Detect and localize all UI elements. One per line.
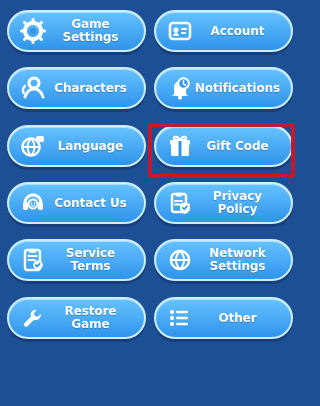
gift-code-button[interactable]: Gift Code xyxy=(154,125,293,167)
headset-icon xyxy=(19,189,47,217)
game-settings-label: Game Settings xyxy=(62,17,119,44)
contact-us-button[interactable]: Contact Us xyxy=(7,182,146,224)
account-button[interactable]: Account xyxy=(154,10,293,52)
list-icon xyxy=(166,304,194,332)
notifications-label: Notifications xyxy=(194,80,281,95)
restore-game-label: Restore Game xyxy=(64,304,117,331)
globe-icon xyxy=(166,246,194,274)
service-terms-label: Service Terms xyxy=(65,246,116,273)
globe-chat-icon xyxy=(19,132,47,160)
notifications-button[interactable]: Notifications xyxy=(154,67,293,109)
characters-button[interactable]: Characters xyxy=(7,67,146,109)
network-settings-button[interactable]: Network Settings xyxy=(154,239,293,281)
shield-clipboard-icon xyxy=(166,189,194,217)
user-icon xyxy=(19,74,47,102)
settings-menu-screen: Game Settings Account Characters Notific… xyxy=(0,0,303,406)
wrench-icon xyxy=(19,304,47,332)
bell-icon xyxy=(166,74,194,102)
service-terms-button[interactable]: Service Terms xyxy=(7,239,146,281)
id-card-icon xyxy=(166,17,194,45)
other-label: Other xyxy=(218,310,257,325)
network-settings-label: Network Settings xyxy=(209,246,266,273)
document-check-icon xyxy=(19,246,47,274)
contact-us-label: Contact Us xyxy=(54,195,127,210)
privacy-policy-button[interactable]: Privacy Policy xyxy=(154,182,293,224)
other-button[interactable]: Other xyxy=(154,297,293,339)
game-settings-button[interactable]: Game Settings xyxy=(7,10,146,52)
privacy-policy-label: Privacy Policy xyxy=(213,189,262,216)
language-button[interactable]: Language xyxy=(7,125,146,167)
language-label: Language xyxy=(57,138,124,153)
restore-game-button[interactable]: Restore Game xyxy=(7,297,146,339)
characters-label: Characters xyxy=(54,80,127,95)
gift-code-label: Gift Code xyxy=(206,138,269,153)
gear-icon xyxy=(19,17,47,45)
account-label: Account xyxy=(210,23,265,38)
gift-icon xyxy=(166,132,194,160)
